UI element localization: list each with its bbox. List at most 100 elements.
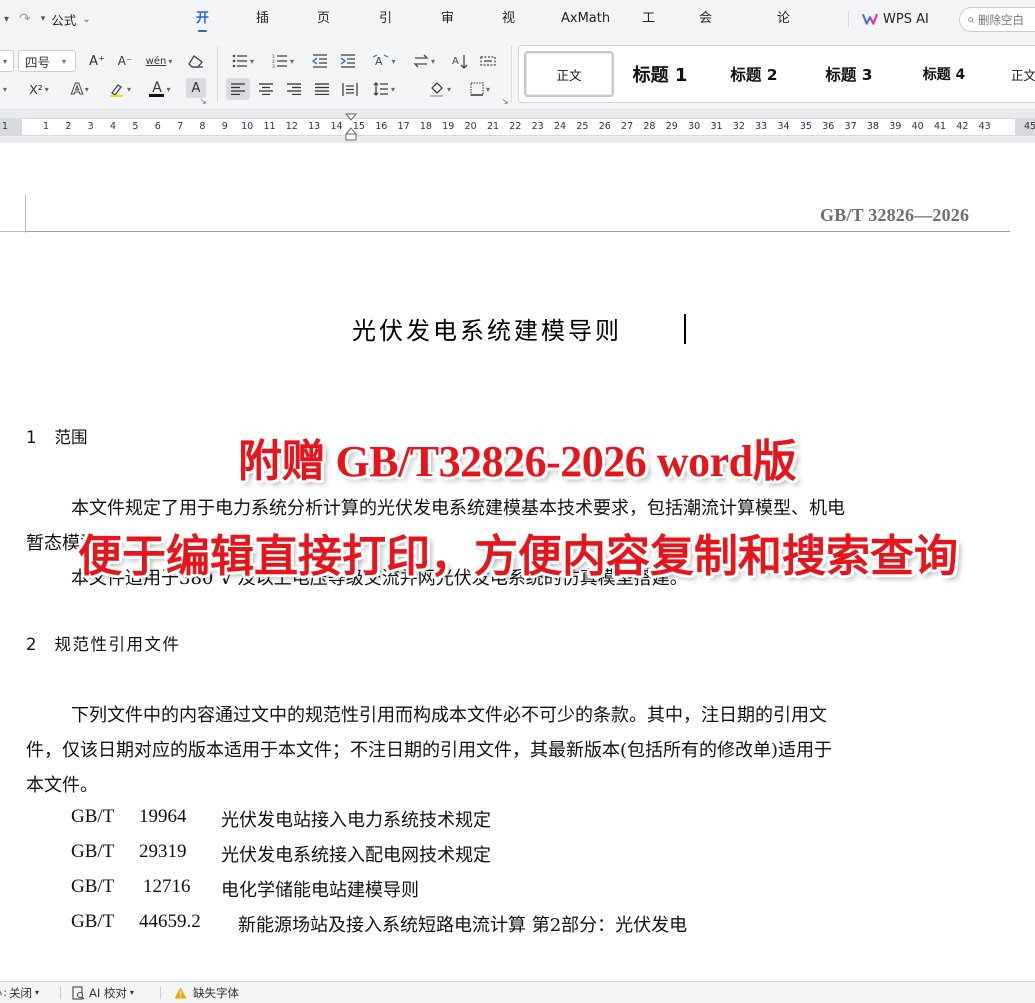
redo-caret-icon[interactable]: ▾ [41,14,46,24]
tab-tools[interactable]: 工具 [642,0,655,64]
text-effect-icon: A [71,80,84,99]
ruler-number: 39 [889,121,902,132]
sort-button[interactable]: ▾ [408,50,440,72]
align-right-button[interactable] [282,78,306,100]
tab-review[interactable]: 审阅 [441,0,454,64]
style-heading-3[interactable]: 标题 3 [806,51,892,97]
text-direction-icon: A [373,53,389,68]
highlight-button[interactable]: ▾ [104,78,136,100]
highlight-caret-icon: ▾ [126,84,131,94]
font-name-dropdown[interactable]: ▾ [0,50,14,72]
sort-az-button[interactable]: A [448,50,472,72]
style-heading-1[interactable]: 标题 1 [619,51,701,97]
search-input[interactable] [978,12,1035,27]
line-spacing-button[interactable]: ▾ [368,78,400,100]
tab-paper-assistant[interactable]: 论文助手 [777,0,790,140]
tab-axmath[interactable]: AxMath [561,0,610,38]
formula-button[interactable]: 公式 [51,10,76,29]
swap-icon [413,54,429,68]
distribute-button[interactable] [476,50,500,72]
font-color-button[interactable]: A ▾ [144,78,176,100]
style-normal-2[interactable]: 正文 [997,51,1035,97]
header-standard-code: GB/T 32826—2026 [820,205,970,225]
ai-proofread-label: AI 校对 [89,985,127,1000]
text-effect-button[interactable]: A ▾ [64,78,96,100]
numbered-list-button[interactable]: 123 ▾ [268,50,298,72]
indent-marker-icon[interactable] [344,110,358,143]
missing-fonts-label: 缺失字体 [193,985,239,1000]
reference-1-number: 19964 [139,806,187,827]
tab-references[interactable]: 引用 [379,0,392,64]
style-heading-4[interactable]: 标题 4 [902,51,986,97]
horizontal-ruler[interactable]: 1 1 2 3 4 5 6 7 8 9 10 11 12 13 14 15 16 17 18 19 20 21 22 23 24… [0,110,1035,143]
spellcheck-caret-icon: ▾ [34,988,39,997]
wps-ai-label: WPS AI [883,11,929,27]
superscript-caret-icon: ▾ [44,84,49,94]
tab-insert[interactable]: 插入 [256,0,269,64]
redo-icon[interactable]: ↷ [19,11,31,27]
font-dialog-launcher[interactable]: ↘ [198,97,208,107]
distributed-align-button[interactable] [338,78,362,100]
document-page[interactable]: GB/T 32826—2026 光伏发电系统建模导则 1 范围 本文件规定了用于电… [0,143,1035,981]
style-heading-2[interactable]: 标题 2 [711,51,797,97]
ruler-number: 8 [199,121,206,132]
phonetic-guide-button[interactable]: wén ▾ [142,50,176,72]
bullet-list-button[interactable]: ▾ [228,50,258,72]
justify-button[interactable] [310,78,334,100]
warning-icon [174,987,187,998]
decrease-indent-button[interactable] [308,50,332,72]
ruler-number: 21 [486,121,500,132]
reference-2-number: 29319 [139,841,187,862]
ruler-number: 2 [65,121,72,132]
reference-1: GB/T 19964 光伏发电站接入电力系统技术规定 [71,806,491,831]
distributed-align-icon [342,82,358,96]
section-2-heading: 2 规范性引用文件 [26,631,181,655]
char-shading-button[interactable]: A [186,78,206,98]
spellcheck-icon: ✎: [0,986,7,999]
missing-fonts-button[interactable]: 缺失字体 [174,982,239,1003]
section-1-heading: 1 范围 [26,424,88,448]
spellcheck-toggle[interactable]: ✎: 关闭 ▾ [0,982,39,1003]
grow-font-button[interactable]: A⁺ [86,50,108,72]
wps-ai-button[interactable]: WPS AI [862,0,929,38]
ai-proofread-button[interactable]: AI 校对 ▾ [72,982,134,1003]
line-spacing-icon [373,82,388,96]
ruler-number: 29 [665,121,678,132]
clear-format-button[interactable] [184,50,208,72]
svg-text:A: A [375,55,383,68]
reference-2-prefix: GB/T [71,841,115,862]
font-size-caret-icon: ▾ [62,56,67,66]
align-left-button[interactable] [226,78,250,100]
distribute-icon [480,56,496,66]
shrink-font-button[interactable]: A⁻ [114,50,136,72]
quick-access-caret-icon[interactable]: ▾ [4,14,9,25]
ruler-number: 18 [419,121,432,132]
tab-view[interactable]: 视图 [502,0,515,64]
status-separator [60,987,61,999]
reference-2-title: 光伏发电系统接入配电网技术规定 [221,845,491,866]
text-direction-caret-icon: ▾ [391,56,396,66]
tab-home[interactable]: 开始 [196,0,209,64]
text-direction-button[interactable]: A ▾ [368,50,400,72]
increase-indent-button[interactable] [336,50,360,72]
tab-member[interactable]: 会员专享 [699,0,712,140]
crop-mark-left [25,195,26,233]
reference-1-prefix: GB/T [71,806,115,827]
underline-caret[interactable]: ▾ [0,78,14,100]
paragraph-dialog-launcher[interactable]: ↘ [500,97,510,107]
search-box[interactable] [959,7,1035,32]
ruler-number: 17 [397,121,410,132]
superscript-button[interactable]: X² ▾ [24,78,54,100]
svg-text:A: A [452,56,459,67]
outdent-icon [312,54,327,68]
shading-button[interactable]: ▾ [424,78,456,100]
ribbon-separator-2 [511,46,512,102]
border-icon [470,82,484,96]
ruler-number: 37 [844,121,857,132]
borders-button[interactable]: ▾ [464,78,496,100]
font-size-dropdown[interactable]: 四号 ▾ [18,50,76,72]
formula-caret-icon[interactable]: ⌄ [82,14,90,25]
style-normal[interactable]: 正文 [524,51,614,97]
tab-page[interactable]: 页面 [317,0,330,64]
align-center-button[interactable] [254,78,278,100]
